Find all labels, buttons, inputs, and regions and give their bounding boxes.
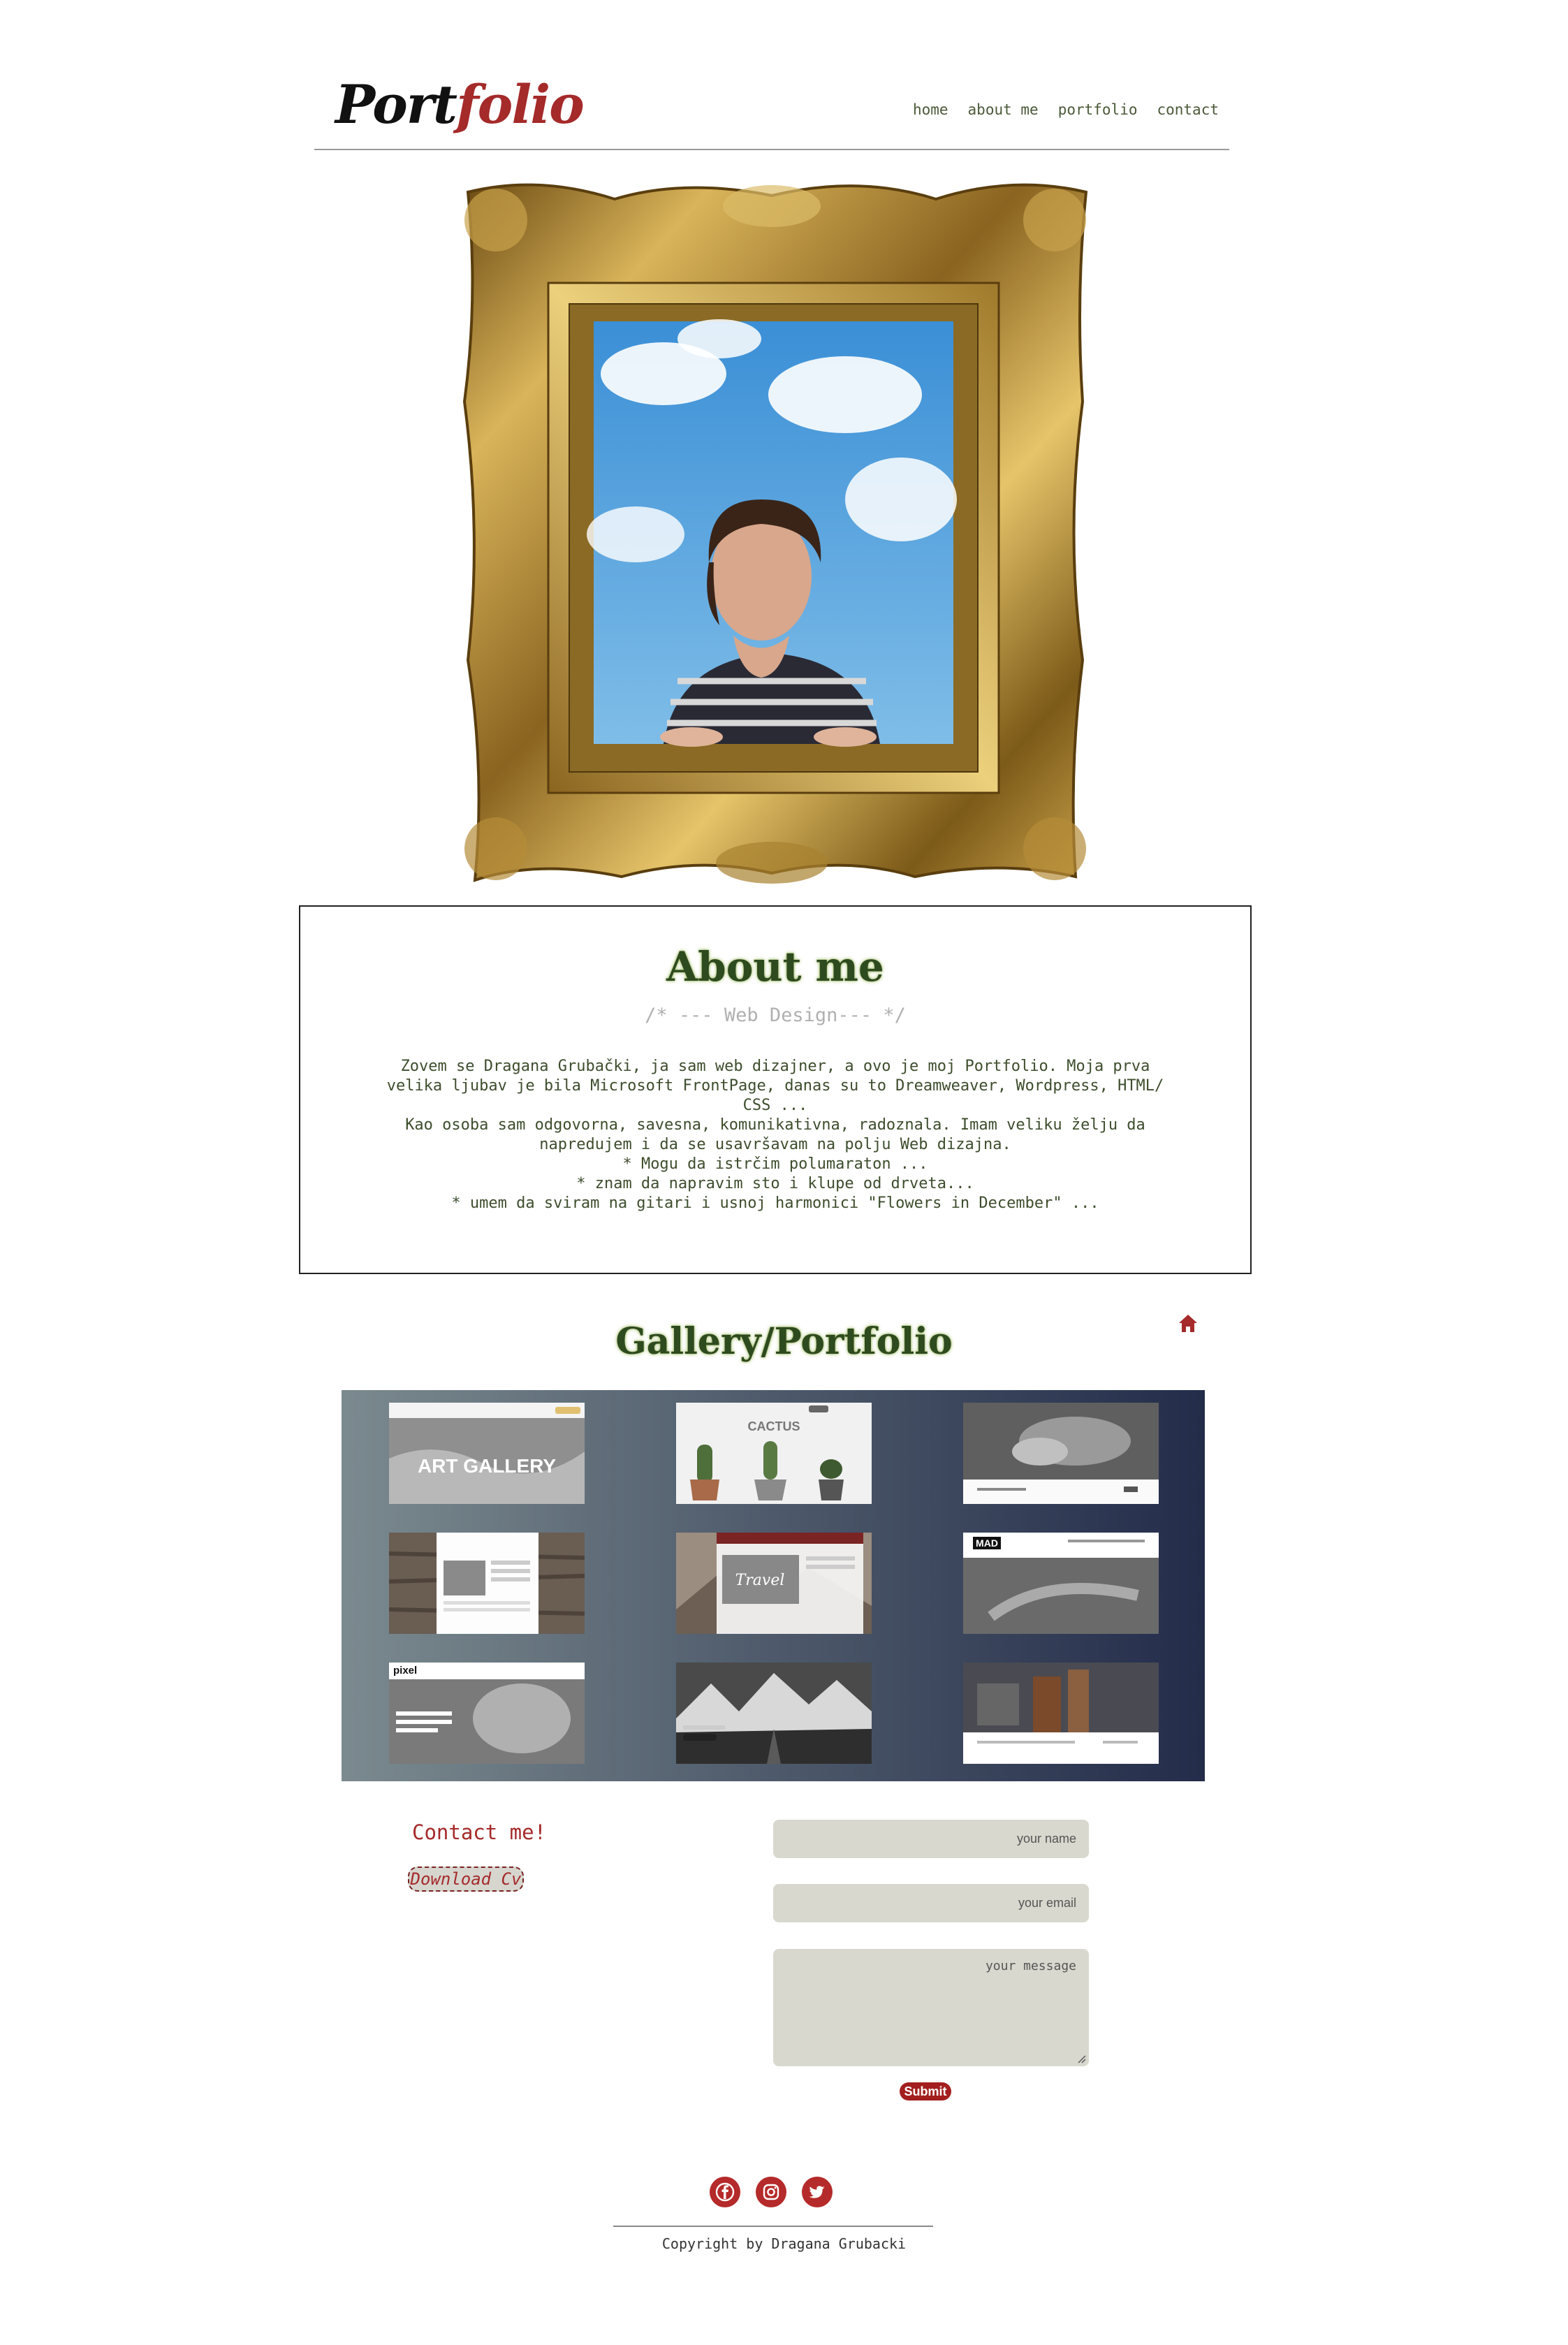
message-placeholder: your message bbox=[985, 1959, 1076, 1973]
gallery-thumb-mad[interactable]: MAD bbox=[963, 1533, 1159, 1634]
gallery-thumb-pixel[interactable]: pixel bbox=[389, 1663, 585, 1764]
about-paragraph: Kao osoba sam odgovorna, savesna, komuni… bbox=[405, 1116, 1145, 1153]
thumb-text-cactus: CACTUS bbox=[748, 1419, 800, 1433]
thumb-text-pixel: pixel bbox=[393, 1665, 417, 1676]
about-paragraph: * umem da sviram na gitari i usnoj harmo… bbox=[451, 1195, 1099, 1212]
gallery-thumb-guitar[interactable] bbox=[963, 1663, 1159, 1764]
about-title: About me bbox=[666, 943, 884, 991]
facebook-icon[interactable] bbox=[710, 2177, 740, 2207]
about-paragraph: Zovem se Dragana Grubački, ja sam web di… bbox=[386, 1058, 1164, 1114]
gallery-title: Gallery/Portfolio bbox=[615, 1320, 953, 1363]
about-paragraph: * znam da napravim sto i klupe od drveta… bbox=[576, 1175, 974, 1192]
contact-title: Contact me! bbox=[412, 1820, 547, 1844]
about-paragraph: * Mogu da istrčim polumaraton ... bbox=[622, 1155, 928, 1173]
nav-home[interactable]: home bbox=[913, 101, 948, 118]
about-subtitle: /* --- Web Design--- */ bbox=[645, 1005, 906, 1026]
instagram-icon[interactable] bbox=[756, 2177, 786, 2207]
framed-portrait-image bbox=[454, 171, 1093, 891]
gallery-thumb-cactus[interactable]: CACTUS bbox=[676, 1403, 872, 1504]
logo-part-port: Port bbox=[335, 73, 457, 136]
main-nav: home about me portfolio contact bbox=[913, 101, 1219, 118]
name-input[interactable]: your name bbox=[773, 1820, 1089, 1858]
gallery-thumb-woodwork[interactable] bbox=[963, 1403, 1159, 1504]
nav-portfolio[interactable]: portfolio bbox=[1058, 101, 1138, 118]
gallery-thumb-wood-blog[interactable] bbox=[389, 1533, 585, 1634]
logo-part-folio: folio bbox=[455, 73, 585, 136]
about-text: Zovem se Dragana Grubački, ja sam web di… bbox=[384, 1057, 1166, 1213]
thumb-text-travel: Travel bbox=[735, 1572, 785, 1589]
nav-contact[interactable]: contact bbox=[1157, 101, 1219, 118]
thumb-text-mad: MAD bbox=[976, 1537, 998, 1549]
about-section: About me /* --- Web Design--- */ Zovem s… bbox=[299, 905, 1252, 1274]
submit-button[interactable]: Submit bbox=[900, 2082, 951, 2101]
logo[interactable]: Portfolio bbox=[335, 73, 585, 136]
twitter-icon[interactable] bbox=[802, 2177, 833, 2207]
thumb-text-art-gallery: ART GALLERY bbox=[418, 1455, 556, 1477]
gallery-grid: ART GALLERY CACTUS Travel MAD pixel bbox=[342, 1390, 1205, 1781]
gallery-thumb-art-gallery[interactable]: ART GALLERY bbox=[389, 1403, 585, 1504]
copyright-text: Copyright by Dragana Grubacki bbox=[661, 2235, 907, 2252]
message-textarea[interactable]: your message bbox=[773, 1949, 1089, 2066]
gallery-thumb-travel[interactable]: Travel bbox=[676, 1533, 872, 1634]
gallery-thumb-mountains[interactable] bbox=[676, 1663, 872, 1764]
footer-divider bbox=[613, 2226, 933, 2227]
social-links bbox=[710, 2177, 833, 2207]
resize-grip-icon[interactable] bbox=[1076, 2054, 1086, 2063]
email-input[interactable]: your email bbox=[773, 1884, 1089, 1922]
nav-about-me[interactable]: about me bbox=[968, 101, 1039, 118]
download-cv-button[interactable]: Download Cv bbox=[408, 1866, 524, 1892]
site-header: Portfolio home about me portfolio contac… bbox=[314, 66, 1229, 150]
